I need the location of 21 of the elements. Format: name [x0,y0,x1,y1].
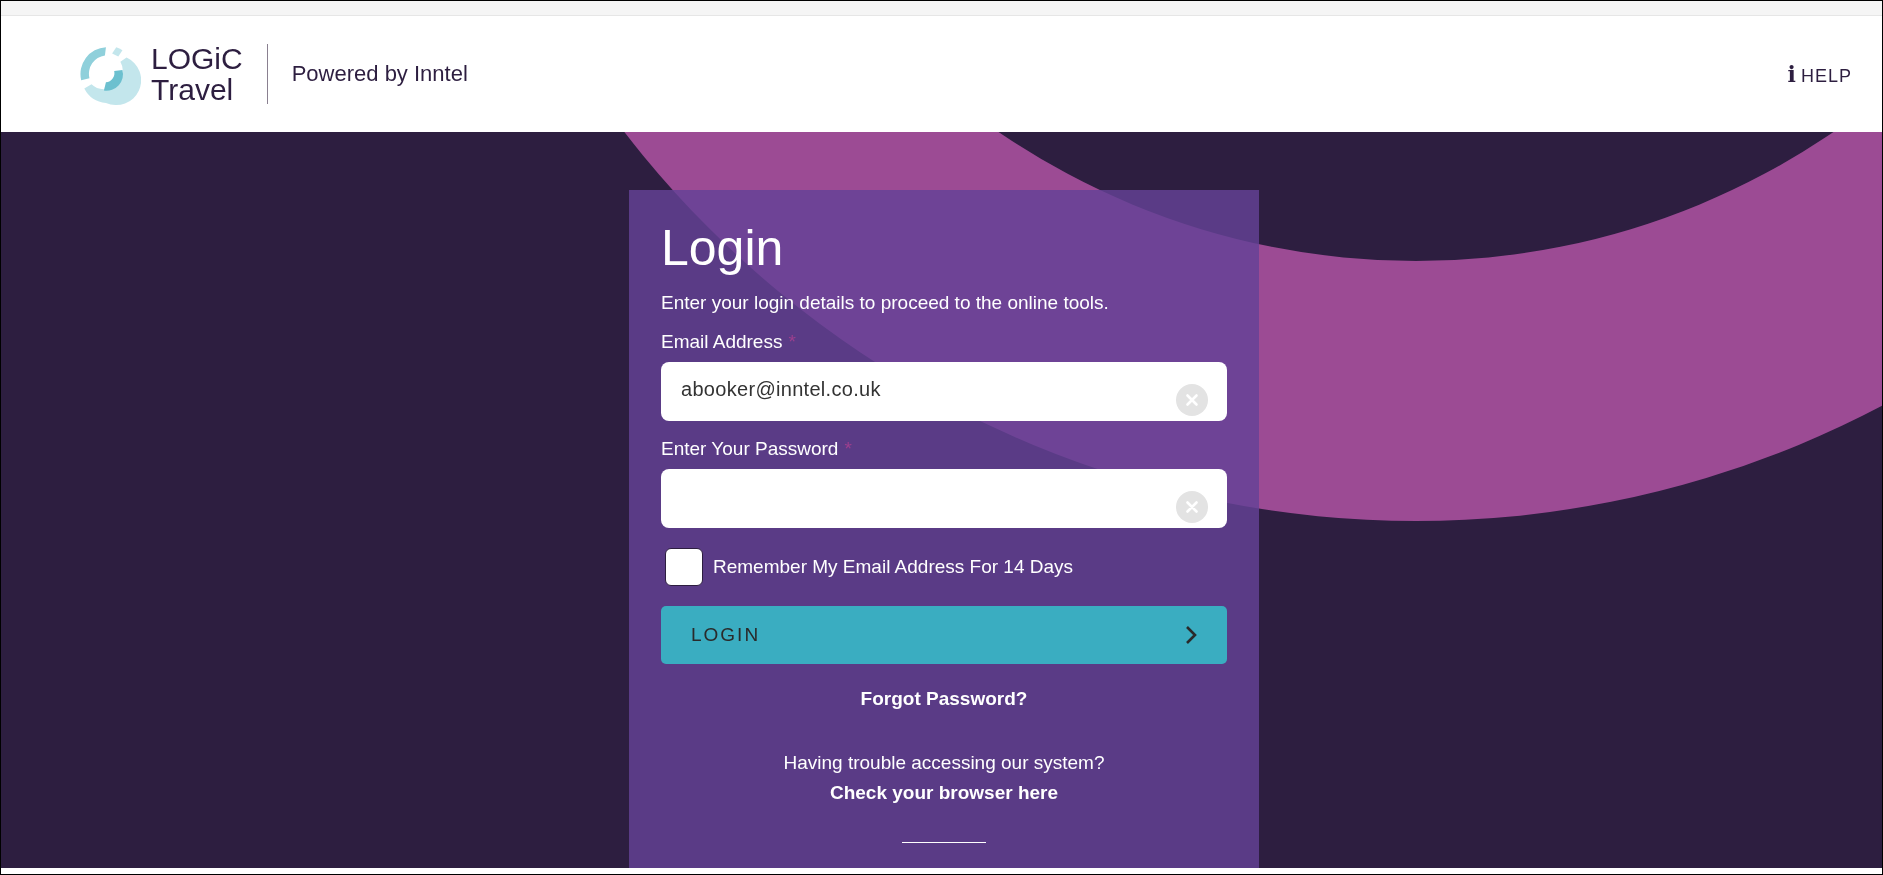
help-text: Having trouble accessing our system? [782,752,1106,774]
intro-text: Enter your login details to proceed to the online tools. [661,292,1110,314]
help-link[interactable]: i HELP [1787,61,1852,87]
password-field[interactable] [661,469,1227,528]
login-title: Login [661,219,785,276]
logo-text: Travel [151,74,235,105]
checkbox-label[interactable]: Remember My Email Address For 14 Days [713,556,1074,578]
browser-check-link[interactable]: Check your browser here [829,782,1059,804]
field-label: Email Address [661,331,783,353]
required-mark: * [788,331,796,353]
clear-icon[interactable] [1176,491,1208,523]
checkbox[interactable] [665,548,703,586]
clear-icon[interactable] [1176,384,1208,416]
email-field[interactable]: abooker@inntel.co.uk [661,362,1227,421]
chevron-icon [1185,625,1197,645]
logo-text: LOGiC [151,43,243,74]
field-label: Enter Your Password [661,438,839,460]
tagline: Powered by Inntel [291,61,468,87]
required-mark: * [844,438,852,460]
login-button[interactable]: LOGIN [661,606,1227,664]
forgot-password-link[interactable]: Forgot Password? [860,688,1028,710]
